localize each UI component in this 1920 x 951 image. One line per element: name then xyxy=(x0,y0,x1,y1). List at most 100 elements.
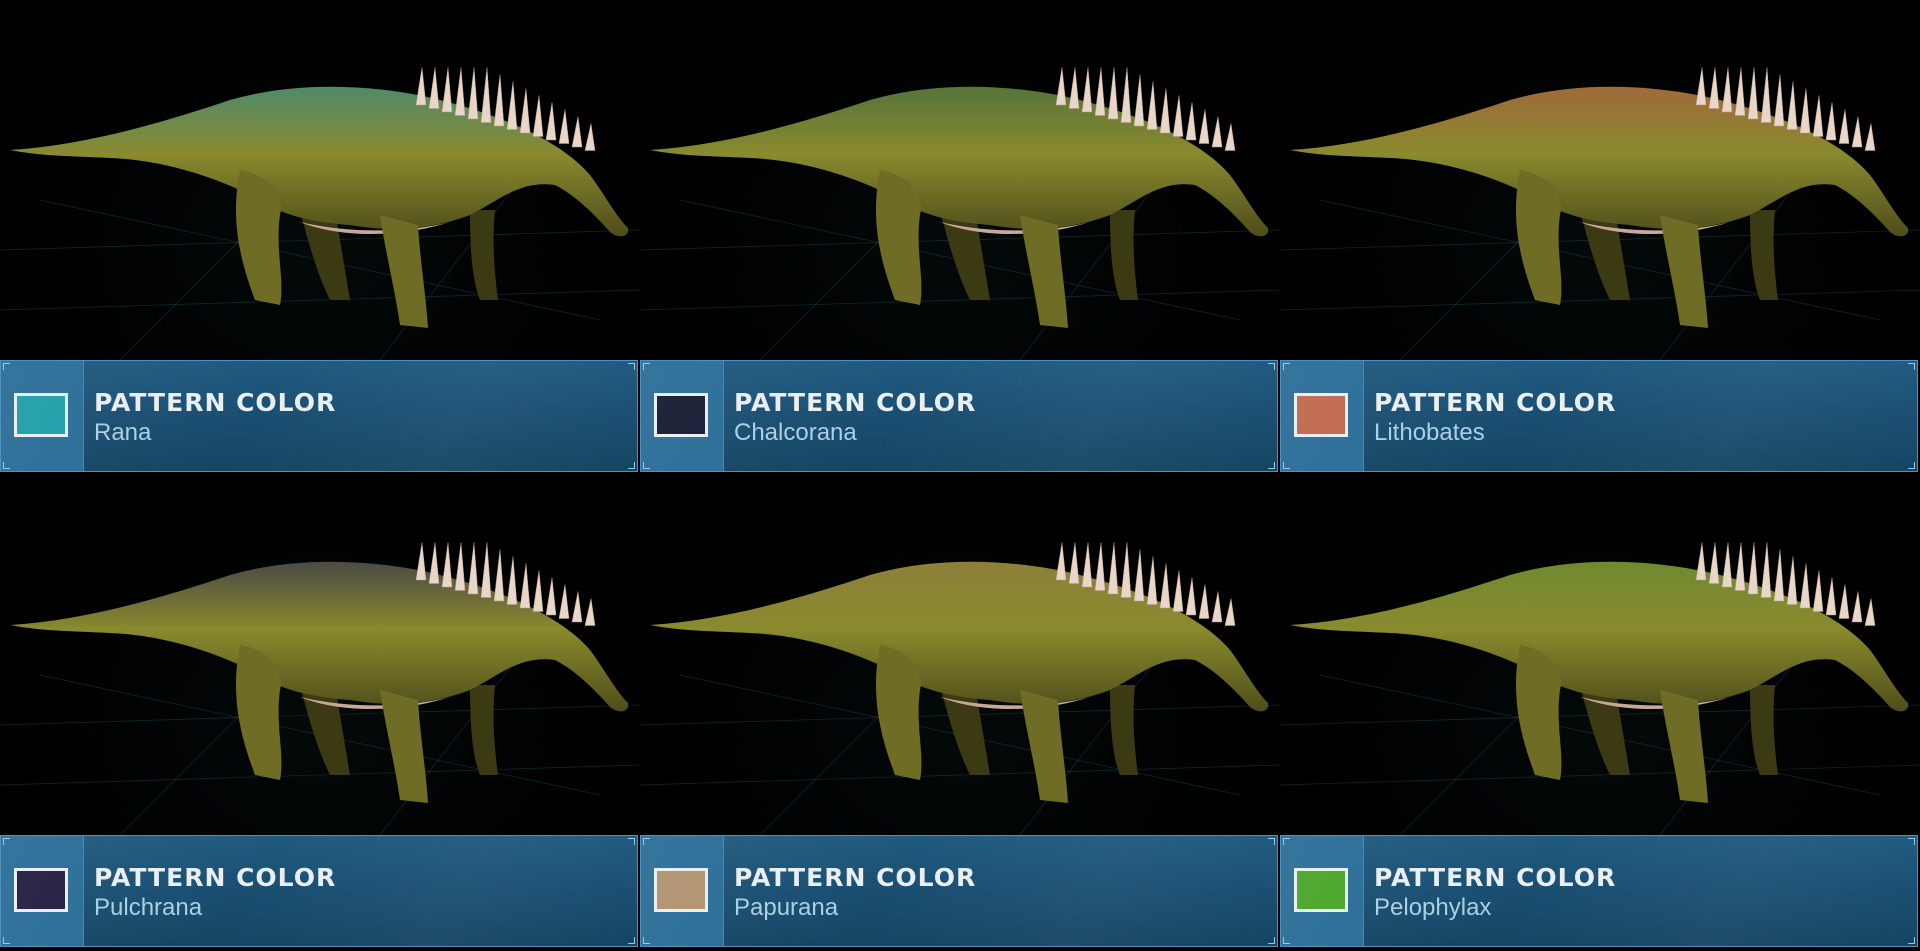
pattern-color-panel[interactable]: PATTERN COLOR Pulchrana xyxy=(0,835,638,947)
corner-accent xyxy=(628,363,635,370)
dorsal-spike xyxy=(1838,109,1850,144)
dorsal-spike xyxy=(1786,556,1798,605)
dorsal-spike xyxy=(1721,542,1733,588)
near-hind-leg xyxy=(875,645,922,780)
dinosaur-render xyxy=(640,0,1280,360)
variant-tile: PATTERN COLOR Chalcorana xyxy=(640,0,1280,475)
near-front-leg xyxy=(1020,215,1068,328)
dorsal-spike xyxy=(1224,123,1236,151)
dorsal-spike xyxy=(584,123,596,151)
dorsal-spike xyxy=(1159,88,1171,134)
dorsal-spike xyxy=(1211,591,1223,623)
dorsal-spike xyxy=(493,74,505,127)
corner-accent xyxy=(3,937,10,944)
corner-accent xyxy=(1908,838,1915,845)
dino-body xyxy=(650,86,1269,237)
color-swatch[interactable] xyxy=(1294,868,1348,912)
pattern-color-name: Lithobates xyxy=(1374,419,1485,446)
color-swatch[interactable] xyxy=(654,868,708,912)
dorsal-spike xyxy=(467,67,479,120)
far-front-leg xyxy=(470,210,498,300)
amargasaurus-model xyxy=(1290,67,1909,328)
dorsal-spike xyxy=(1198,584,1210,619)
near-front-leg xyxy=(380,690,428,803)
corner-accent xyxy=(1283,838,1290,845)
dorsal-spike xyxy=(454,67,466,116)
pattern-color-heading: PATTERN COLOR xyxy=(94,863,337,892)
pattern-color-heading: PATTERN COLOR xyxy=(1374,388,1617,417)
near-hind-leg xyxy=(235,645,282,780)
dorsal-spike xyxy=(467,542,479,595)
pattern-color-panel[interactable]: PATTERN COLOR Pelophylax xyxy=(1280,835,1918,947)
corner-accent xyxy=(643,838,650,845)
dorsal-spike xyxy=(1708,542,1720,584)
dorsal-spike xyxy=(545,102,557,141)
dorsal-spike xyxy=(1747,542,1759,595)
dorsal-spike xyxy=(1107,542,1119,595)
dorsal-spike xyxy=(571,591,583,623)
corner-accent xyxy=(1908,363,1915,370)
dorsal-spike xyxy=(480,542,492,598)
dorsal-spike xyxy=(1185,577,1197,616)
pattern-color-panel[interactable]: PATTERN COLOR Rana xyxy=(0,360,638,472)
near-front-leg xyxy=(1020,690,1068,803)
variant-tile: PATTERN COLOR Lithobates xyxy=(1280,0,1920,475)
swatch-container xyxy=(641,836,724,946)
dorsal-spike xyxy=(519,563,531,609)
corner-accent xyxy=(1908,462,1915,469)
dorsal-spike xyxy=(1851,116,1863,148)
swatch-container xyxy=(641,361,724,471)
color-swatch[interactable] xyxy=(14,868,68,912)
dorsal-spike xyxy=(415,542,427,581)
dorsal-spike xyxy=(1107,67,1119,120)
dorsal-spike xyxy=(1825,577,1837,616)
far-front-leg xyxy=(1750,210,1778,300)
dorsal-spike xyxy=(1773,549,1785,602)
dorsal-spike xyxy=(1799,88,1811,134)
dorsal-spike xyxy=(1760,542,1772,598)
amargasaurus-model xyxy=(650,542,1269,803)
dorsal-spike xyxy=(1159,563,1171,609)
far-front-leg xyxy=(1110,210,1138,300)
dorsal-spike xyxy=(1825,102,1837,141)
pattern-color-panel[interactable]: PATTERN COLOR Chalcorana xyxy=(640,360,1278,472)
far-front-leg xyxy=(1750,685,1778,775)
pattern-color-panel[interactable]: PATTERN COLOR Lithobates xyxy=(1280,360,1918,472)
color-swatch[interactable] xyxy=(654,393,708,437)
dorsal-spike xyxy=(1734,542,1746,591)
dorsal-spike xyxy=(1734,67,1746,116)
swatch-container xyxy=(1281,836,1364,946)
dino-body xyxy=(650,561,1269,712)
corner-accent xyxy=(3,838,10,845)
near-front-leg xyxy=(1660,690,1708,803)
color-swatch[interactable] xyxy=(14,393,68,437)
dorsal-spike xyxy=(1760,67,1772,123)
swatch-container xyxy=(1,836,84,946)
dorsal-spike xyxy=(441,67,453,113)
corner-accent xyxy=(1908,937,1915,944)
pattern-color-panel[interactable]: PATTERN COLOR Papurana xyxy=(640,835,1278,947)
dorsal-spike xyxy=(454,542,466,591)
dorsal-spike xyxy=(1799,563,1811,609)
pattern-color-name: Pelophylax xyxy=(1374,894,1492,921)
dorsal-spike xyxy=(1198,109,1210,144)
corner-accent xyxy=(1283,363,1290,370)
dorsal-spike xyxy=(1094,67,1106,116)
color-swatch[interactable] xyxy=(1294,393,1348,437)
near-front-leg xyxy=(380,215,428,328)
dino-body xyxy=(1290,86,1909,237)
dorsal-spike xyxy=(1120,542,1132,598)
pattern-color-name: Rana xyxy=(94,419,152,446)
dorsal-spike xyxy=(545,577,557,616)
dorsal-spike xyxy=(1055,67,1067,106)
amargasaurus-model xyxy=(10,542,629,803)
variant-tile: PATTERN COLOR Pelophylax xyxy=(1280,475,1920,951)
dorsal-spike xyxy=(1185,102,1197,141)
dorsal-spike xyxy=(506,81,518,130)
dorsal-spike xyxy=(1146,81,1158,130)
corner-accent xyxy=(1268,462,1275,469)
dorsal-spike xyxy=(1708,67,1720,109)
variant-tile: PATTERN COLOR Papurana xyxy=(640,475,1280,951)
dinosaur-render xyxy=(0,475,640,835)
near-hind-leg xyxy=(875,170,922,305)
